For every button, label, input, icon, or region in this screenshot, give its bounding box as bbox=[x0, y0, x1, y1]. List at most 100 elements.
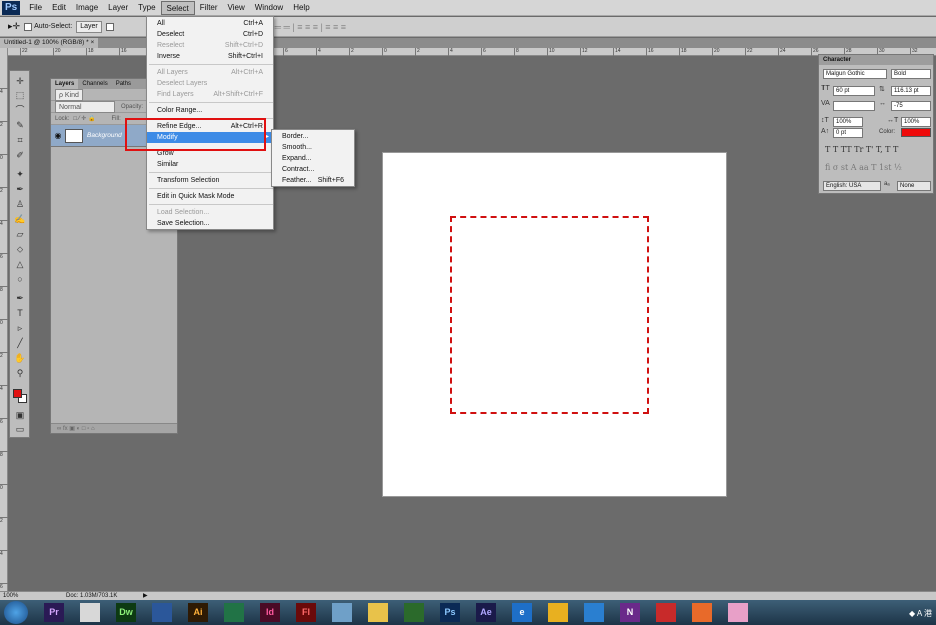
auto-select-target-dropdown[interactable]: Layer bbox=[76, 20, 102, 33]
menu-filter[interactable]: Filter bbox=[195, 1, 223, 15]
quick-mask-icon[interactable]: ▣ bbox=[13, 409, 27, 421]
dodge-tool-icon[interactable]: ○ bbox=[13, 273, 27, 285]
ruler-vertical[interactable]: 4 2 0 2 4 6 8 0 2 4 6 8 0 2 4 6 bbox=[0, 48, 8, 591]
kerning-field[interactable] bbox=[833, 101, 875, 111]
taskbar-app-icon[interactable]: e bbox=[512, 603, 532, 622]
taskbar-app-icon[interactable] bbox=[692, 603, 712, 622]
submenu-item-contract[interactable]: Contract... bbox=[272, 164, 354, 175]
language-dropdown[interactable]: English: USA bbox=[823, 181, 881, 191]
menu-item-reselect[interactable]: Reselect Shift+Ctrl+D bbox=[147, 40, 273, 51]
vertical-scale-field[interactable]: 100% bbox=[833, 117, 863, 127]
taskbar-app-icon[interactable] bbox=[368, 603, 388, 622]
crop-tool-icon[interactable]: ⌗ bbox=[13, 134, 27, 146]
taskbar-app-icon[interactable] bbox=[548, 603, 568, 622]
typographic-style-buttons[interactable]: T T TT Tr T' T, T T bbox=[825, 145, 898, 154]
menu-item-all-layers[interactable]: All Layers Alt+Ctrl+A bbox=[147, 67, 273, 78]
menu-item-deselect-layers[interactable]: Deselect Layers bbox=[147, 78, 273, 89]
document-size-info[interactable]: Doc: 1.03M/703.1K bbox=[66, 592, 117, 600]
menu-item-all[interactable]: All Ctrl+A bbox=[147, 18, 273, 29]
document-tab-close-icon[interactable]: × bbox=[90, 39, 94, 46]
transform-controls-checkbox[interactable] bbox=[105, 22, 114, 31]
submenu-item-smooth[interactable]: Smooth... bbox=[272, 142, 354, 153]
brush-tool-icon[interactable]: ✒ bbox=[13, 183, 27, 195]
system-tray[interactable]: ◆ A 港 bbox=[909, 608, 932, 619]
menu-select[interactable]: Select bbox=[160, 0, 195, 15]
taskbar-app-icon[interactable]: Id bbox=[260, 603, 280, 622]
font-family-dropdown[interactable]: Malgun Gothic bbox=[823, 69, 887, 79]
menu-view[interactable]: View bbox=[223, 1, 250, 15]
path-selection-tool-icon[interactable]: ▹ bbox=[13, 322, 27, 334]
taskbar-app-icon[interactable] bbox=[728, 603, 748, 622]
taskbar-app-icon[interactable] bbox=[152, 603, 172, 622]
auto-select-option[interactable]: Auto-Select: bbox=[24, 22, 72, 31]
opentype-feature-buttons[interactable]: fi σ st A aa T 1st ½ bbox=[825, 163, 902, 172]
menu-item-inverse[interactable]: Inverse Shift+Ctrl+I bbox=[147, 51, 273, 62]
horizontal-scale-field[interactable]: 100% bbox=[901, 117, 931, 127]
menu-help[interactable]: Help bbox=[288, 1, 314, 15]
menu-item-quick-mask[interactable]: Edit in Quick Mask Mode bbox=[147, 191, 273, 202]
eyedropper-tool-icon[interactable]: ✐ bbox=[13, 149, 27, 161]
start-button[interactable] bbox=[4, 601, 28, 624]
menu-item-similar[interactable]: Similar bbox=[147, 159, 273, 170]
tab-paths[interactable]: Paths bbox=[112, 79, 135, 89]
font-size-field[interactable]: 60 pt bbox=[833, 86, 875, 96]
taskbar-app-icon[interactable]: Ps bbox=[440, 603, 460, 622]
font-style-dropdown[interactable]: Bold bbox=[891, 69, 931, 79]
visibility-eye-icon[interactable]: ◉ bbox=[51, 131, 65, 140]
blur-tool-icon[interactable]: △ bbox=[13, 258, 27, 270]
clone-stamp-tool-icon[interactable]: ♙ bbox=[13, 198, 27, 210]
anti-aliasing-dropdown[interactable]: None bbox=[897, 181, 931, 191]
taskbar-app-icon[interactable]: Pr bbox=[44, 603, 64, 622]
text-color-swatch[interactable] bbox=[901, 128, 931, 137]
menu-item-transform-selection[interactable]: Transform Selection bbox=[147, 175, 273, 186]
foreground-color-swatch[interactable] bbox=[13, 389, 22, 398]
taskbar-app-icon[interactable] bbox=[332, 603, 352, 622]
submenu-item-expand[interactable]: Expand... bbox=[272, 153, 354, 164]
blend-mode-dropdown[interactable]: Normal bbox=[55, 100, 115, 113]
submenu-item-border[interactable]: Border... bbox=[272, 131, 354, 142]
paint-bucket-tool-icon[interactable]: ⬦ bbox=[13, 243, 27, 255]
type-tool-icon[interactable]: T bbox=[13, 307, 27, 319]
lasso-tool-icon[interactable]: ⌒ bbox=[13, 104, 27, 116]
tab-layers[interactable]: Layers bbox=[51, 79, 79, 89]
auto-select-checkbox[interactable] bbox=[24, 22, 33, 31]
zoom-level[interactable]: 100% bbox=[3, 592, 18, 600]
status-menu-arrow-icon[interactable]: ▶ bbox=[143, 592, 148, 600]
taskbar-app-icon[interactable] bbox=[224, 603, 244, 622]
layer-kind-filter[interactable]: ρ Kind bbox=[55, 88, 83, 101]
menu-file[interactable]: File bbox=[24, 1, 47, 15]
history-brush-tool-icon[interactable]: ✍ bbox=[13, 213, 27, 225]
submenu-item-feather[interactable]: Feather... Shift+F6 bbox=[272, 175, 354, 186]
baseline-shift-field[interactable]: 0 pt bbox=[833, 128, 863, 138]
taskbar-app-icon[interactable] bbox=[80, 603, 100, 622]
marquee-tool-icon[interactable]: ⬚ bbox=[13, 89, 27, 101]
transform-controls-option[interactable] bbox=[105, 22, 116, 31]
quick-select-tool-icon[interactable]: ✎ bbox=[13, 119, 27, 131]
taskbar-app-icon[interactable]: Fl bbox=[296, 603, 316, 622]
taskbar-app-icon[interactable]: N bbox=[620, 603, 640, 622]
leading-field[interactable]: 116.13 pt bbox=[891, 86, 931, 96]
move-tool-icon[interactable]: ▸✛ bbox=[8, 21, 20, 32]
lock-icons[interactable]: □ ⁄ ✛ 🔒 bbox=[73, 115, 95, 122]
line-tool-icon[interactable]: ╱ bbox=[13, 337, 27, 349]
menu-image[interactable]: Image bbox=[71, 1, 103, 15]
menu-item-find-layers[interactable]: Find Layers Alt+Shift+Ctrl+F bbox=[147, 89, 273, 100]
menu-window[interactable]: Window bbox=[250, 1, 288, 15]
eraser-tool-icon[interactable]: ▱ bbox=[13, 228, 27, 240]
menu-item-save-selection[interactable]: Save Selection... bbox=[147, 218, 273, 229]
taskbar-app-icon[interactable] bbox=[656, 603, 676, 622]
taskbar-app-icon[interactable] bbox=[584, 603, 604, 622]
menu-item-color-range[interactable]: Color Range... bbox=[147, 105, 273, 116]
tracking-field[interactable]: -75 bbox=[891, 101, 931, 111]
tab-channels[interactable]: Channels bbox=[78, 79, 111, 89]
taskbar-app-icon[interactable]: Ai bbox=[188, 603, 208, 622]
menu-layer[interactable]: Layer bbox=[103, 1, 133, 15]
menu-item-load-selection[interactable]: Load Selection... bbox=[147, 207, 273, 218]
hand-tool-icon[interactable]: ✋ bbox=[13, 352, 27, 364]
menu-edit[interactable]: Edit bbox=[47, 1, 71, 15]
zoom-tool-icon[interactable]: ⚲ bbox=[13, 367, 27, 379]
document-tab[interactable]: Untitled-1 @ 100% (RGB/8) * × bbox=[0, 38, 99, 48]
move-tool-icon[interactable]: ✛ bbox=[13, 75, 27, 87]
align-distribute-icons[interactable]: ═ ═ ═ | ≡ ≡ ≡ | ≡ ≡ ≡ bbox=[266, 22, 346, 32]
menu-type[interactable]: Type bbox=[133, 1, 160, 15]
